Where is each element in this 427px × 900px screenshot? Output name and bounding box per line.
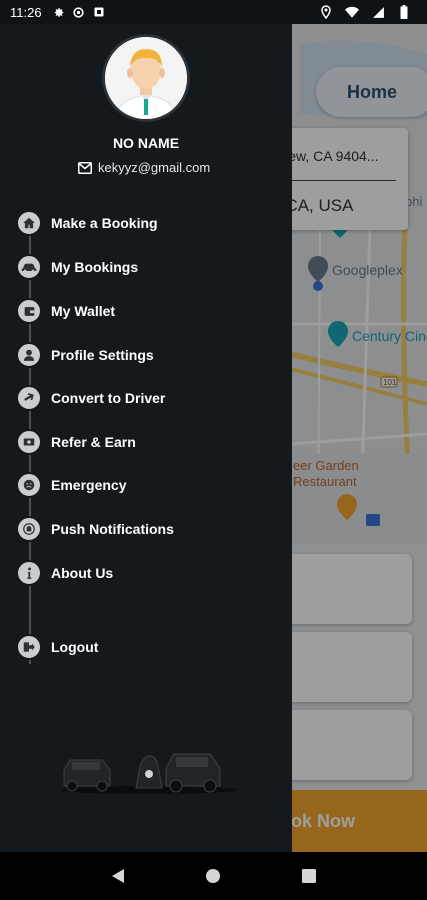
menu-item-profile-settings[interactable]: Profile Settings <box>16 341 154 369</box>
notification-icon <box>16 516 42 542</box>
car-icon <box>16 254 42 280</box>
mail-icon <box>78 161 92 174</box>
wifi-icon <box>345 5 359 19</box>
user-name: NO NAME <box>112 135 180 151</box>
profile-icon <box>16 342 42 368</box>
menu-item-label: Push Notifications <box>51 521 174 537</box>
logout-label: Logout <box>51 639 99 655</box>
menu-item-convert-to-driver[interactable]: Convert to Driver <box>16 384 165 412</box>
location-icon <box>319 5 333 19</box>
menu-item-my-bookings[interactable]: My Bookings <box>16 253 138 281</box>
home-icon <box>16 210 42 236</box>
menu-item-emergency[interactable]: Emergency <box>16 471 126 499</box>
menu-item-label: Refer & Earn <box>51 434 136 450</box>
home-nav-button[interactable] <box>199 862 227 890</box>
avatar[interactable] <box>102 34 190 122</box>
logout-icon <box>16 634 42 660</box>
battery-icon <box>397 5 411 19</box>
convert-icon <box>16 385 42 411</box>
navigation-drawer: NO NAME kekyyz@gmail.com Make a Booking … <box>0 24 292 852</box>
settings-icon <box>52 5 66 19</box>
home-circle-icon <box>206 869 221 883</box>
recents-icon <box>302 869 317 883</box>
menu-item-label: Make a Booking <box>51 215 158 231</box>
menu-item-label: My Wallet <box>51 303 116 319</box>
menu-item-push-notifications[interactable]: Push Notifications <box>16 515 174 543</box>
menu-item-label: Convert to Driver <box>51 390 166 406</box>
sim-icon <box>92 5 106 19</box>
back-icon <box>111 869 124 883</box>
user-email-row: kekyyz@gmail.com <box>78 160 210 175</box>
status-bar: 11:26 <box>0 0 427 24</box>
menu-item-refer-and-earn[interactable]: Refer & Earn <box>16 428 136 456</box>
emergency-icon <box>16 472 42 498</box>
refer-icon <box>16 429 42 455</box>
recents-button[interactable] <box>295 862 323 890</box>
menu-item-logout[interactable]: Logout <box>16 633 98 661</box>
signal-icon <box>371 5 385 19</box>
menu-item-about-us[interactable]: About Us <box>16 559 113 587</box>
status-time: 11:26 <box>10 4 42 20</box>
status-right-group <box>319 5 417 19</box>
menu-item-make-a-booking[interactable]: Make a Booking <box>16 209 158 237</box>
info-icon <box>16 560 42 586</box>
back-button[interactable] <box>104 862 132 890</box>
menu-item-my-wallet[interactable]: My Wallet <box>16 297 115 325</box>
vehicles-illustration <box>60 753 236 794</box>
menu-item-label: Profile Settings <box>51 347 154 363</box>
sync-icon <box>72 5 86 19</box>
user-email: kekyyz@gmail.com <box>98 160 211 175</box>
system-nav-bar <box>0 852 427 900</box>
menu-item-label: My Bookings <box>51 259 139 275</box>
menu-item-label: Emergency <box>51 477 127 493</box>
menu-item-label: About Us <box>51 565 114 581</box>
wallet-icon <box>16 298 42 324</box>
